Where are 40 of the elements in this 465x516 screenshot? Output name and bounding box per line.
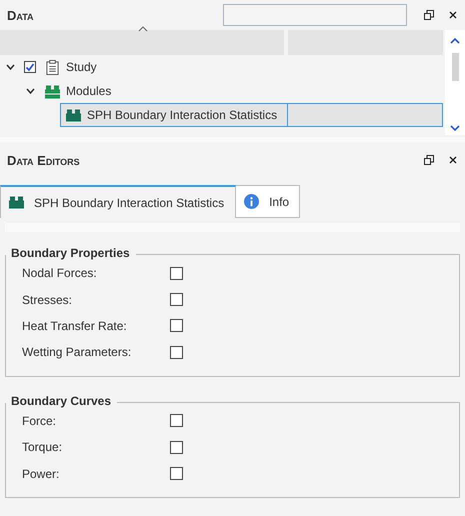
checkbox[interactable] — [170, 293, 183, 306]
checkbox[interactable] — [170, 346, 183, 359]
option-label: Heat Transfer Rate: — [22, 318, 128, 333]
panel-title: Data Editors — [7, 152, 81, 168]
option-label: Wetting Parameters: — [22, 345, 132, 360]
option-label: Nodal Forces: — [22, 266, 98, 280]
tree-item-label[interactable]: Study — [66, 60, 97, 74]
option-label: Force: — [22, 414, 58, 428]
blocks-icon — [9, 195, 24, 210]
group-title: Boundary Curves — [11, 394, 112, 408]
tab[interactable]: SPH Boundary Interaction Statistics — [0, 185, 236, 218]
close-icon[interactable] — [448, 10, 458, 20]
restore-icon[interactable] — [424, 10, 434, 20]
close-icon[interactable] — [448, 155, 458, 165]
blocks-icon — [66, 108, 81, 122]
tab[interactable]: Info — [236, 185, 300, 218]
clipboard-icon — [45, 60, 60, 74]
scrollbar[interactable] — [445, 30, 465, 135]
collapse-chevron-icon[interactable] — [26, 88, 34, 94]
tree-item-label[interactable]: Modules — [66, 84, 112, 98]
blocks-icon — [45, 84, 60, 98]
restore-icon[interactable] — [424, 155, 434, 165]
search-field[interactable] — [223, 4, 407, 26]
checkbox[interactable] — [170, 414, 183, 428]
sort-caret-icon[interactable] — [138, 26, 148, 32]
checkbox[interactable] — [24, 61, 36, 73]
option-label: Torque: — [22, 440, 64, 454]
scroll-down-icon[interactable] — [450, 125, 460, 131]
checkbox[interactable] — [170, 319, 183, 332]
checkbox[interactable] — [170, 266, 183, 280]
panel-title: Data — [7, 8, 35, 22]
collapse-chevron-icon[interactable] — [6, 64, 14, 70]
info-icon — [244, 194, 260, 209]
scroll-thumb[interactable] — [452, 52, 458, 80]
group-title: Boundary Properties — [11, 246, 130, 260]
checkbox[interactable] — [170, 467, 183, 480]
checkbox[interactable] — [170, 440, 183, 454]
option-label: Stresses: — [22, 292, 74, 307]
scroll-up-icon[interactable] — [450, 38, 460, 44]
option-label: Power: — [22, 466, 60, 481]
